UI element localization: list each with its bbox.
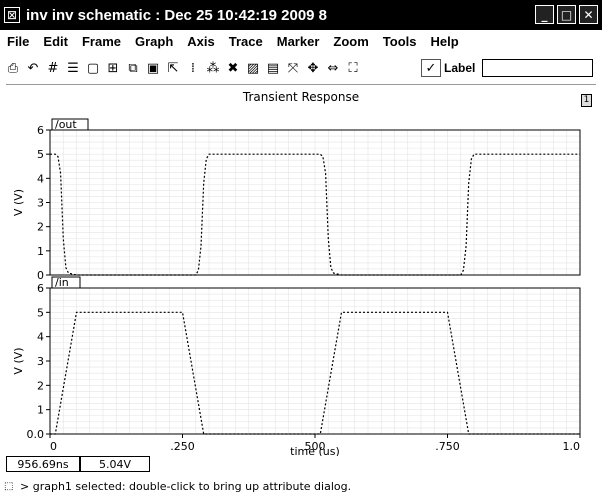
x-axis-label: time (us) [290,445,340,456]
graph-title: Transient Response [242,90,360,104]
y-tick-label: 1 [37,404,44,417]
zoom-fit-icon[interactable]: ⤧ [284,59,302,77]
cursor-time-readout: 956.69ns [6,456,80,472]
menu-frame[interactable]: Frame [75,34,128,49]
status-line: ⬚ > graph1 selected: double-click to bri… [4,480,351,493]
status-message: > graph1 selected: double-click to bring… [20,480,352,493]
y-axis-label: V (V) [12,347,25,374]
menu-trace[interactable]: Trace [222,34,270,49]
print-icon[interactable]: ⎙ [4,59,22,77]
x-tick-label: 1.0 [563,440,581,453]
x-tick-label: .750 [435,440,460,453]
copy-icon[interactable]: ⧉ [124,59,142,77]
trace-label: /out [55,118,77,131]
frame-icon[interactable]: ▢ [84,59,102,77]
close-button[interactable]: ✕ [579,5,598,24]
expand-icon[interactable]: ⇱ [164,59,182,77]
x-tick-label: .250 [170,440,195,453]
menu-help[interactable]: Help [423,34,465,49]
menu-file[interactable]: File [0,34,36,49]
y-tick-label: 4 [37,172,44,185]
pointer-icon: ⬚ [4,480,14,492]
y-axis-label: V (V) [12,189,25,216]
menu-axis[interactable]: Axis [180,34,221,49]
y-tick-label: 2 [37,221,44,234]
menu-graph[interactable]: Graph [128,34,180,49]
label-text: Label [444,61,476,75]
label-checkbox[interactable]: ✓ [421,59,441,77]
toolbar: ⎙ ↶ # ☰ ▢ ⊞ ⧉ ▣ ⇱ ⁞ ⁂ ✖ ▨ ▤ ⤧ ✥ ⇔ ⛶ ✓ La… [0,54,602,82]
zoom-x-icon[interactable]: ⇔ [324,59,342,77]
menu-zoom[interactable]: Zoom [326,34,375,49]
marker-icon[interactable]: ⁞ [184,59,202,77]
y-tick-label: 6 [37,124,44,137]
window-controls: _ □ ✕ [535,5,598,24]
undo-icon[interactable]: ↶ [24,59,42,77]
waveform-plot[interactable]: /out0123456V (V)/in0.0123456V (V)0.250 50… [0,110,602,456]
title-bar[interactable]: ⊠ inv inv schematic : Dec 25 10:42:19 20… [0,0,602,30]
y-tick-label: 3 [37,197,44,210]
y-tick-label: 4 [37,331,44,344]
trace-label: /in [55,276,69,289]
delete-icon[interactable]: ✖ [224,59,242,77]
menu-bar: File Edit Frame Graph Axis Trace Marker … [0,30,602,52]
y-tick-label: 5 [37,148,44,161]
app-x-icon[interactable]: ⊠ [4,7,20,23]
y-tick-label: 1 [37,245,44,258]
calculator-icon[interactable]: ▤ [264,59,282,77]
menu-marker[interactable]: Marker [270,34,327,49]
zoom-box-icon[interactable]: ⛶ [344,59,362,77]
list-icon[interactable]: ☰ [64,59,82,77]
maximize-button[interactable]: □ [557,5,576,24]
pattern-icon[interactable]: ▨ [244,59,262,77]
window-icon[interactable]: ▣ [144,59,162,77]
strip-icon[interactable]: ⊞ [104,59,122,77]
y-tick-label: 3 [37,355,44,368]
subwindow-badge[interactable]: 1 [581,94,592,107]
menu-tools[interactable]: Tools [376,34,424,49]
y-tick-label: 0 [37,269,44,282]
y-tick-label: 6 [37,282,44,295]
zoom-y-icon[interactable]: ✥ [304,59,322,77]
y-tick-label: 5 [37,306,44,319]
y-tick-label: 0.0 [27,428,45,441]
window-title: inv inv schematic : Dec 25 10:42:19 2009… [26,6,328,24]
cursor-value-readout: 5.04V [80,456,150,472]
menu-edit[interactable]: Edit [36,34,75,49]
y-tick-label: 2 [37,379,44,392]
minimize-button[interactable]: _ [535,5,554,24]
label-input[interactable] [482,59,593,77]
x-tick-label: 0 [50,440,57,453]
grid-icon[interactable]: # [44,59,62,77]
toolbar-divider [6,84,596,85]
markers-icon[interactable]: ⁂ [204,59,222,77]
